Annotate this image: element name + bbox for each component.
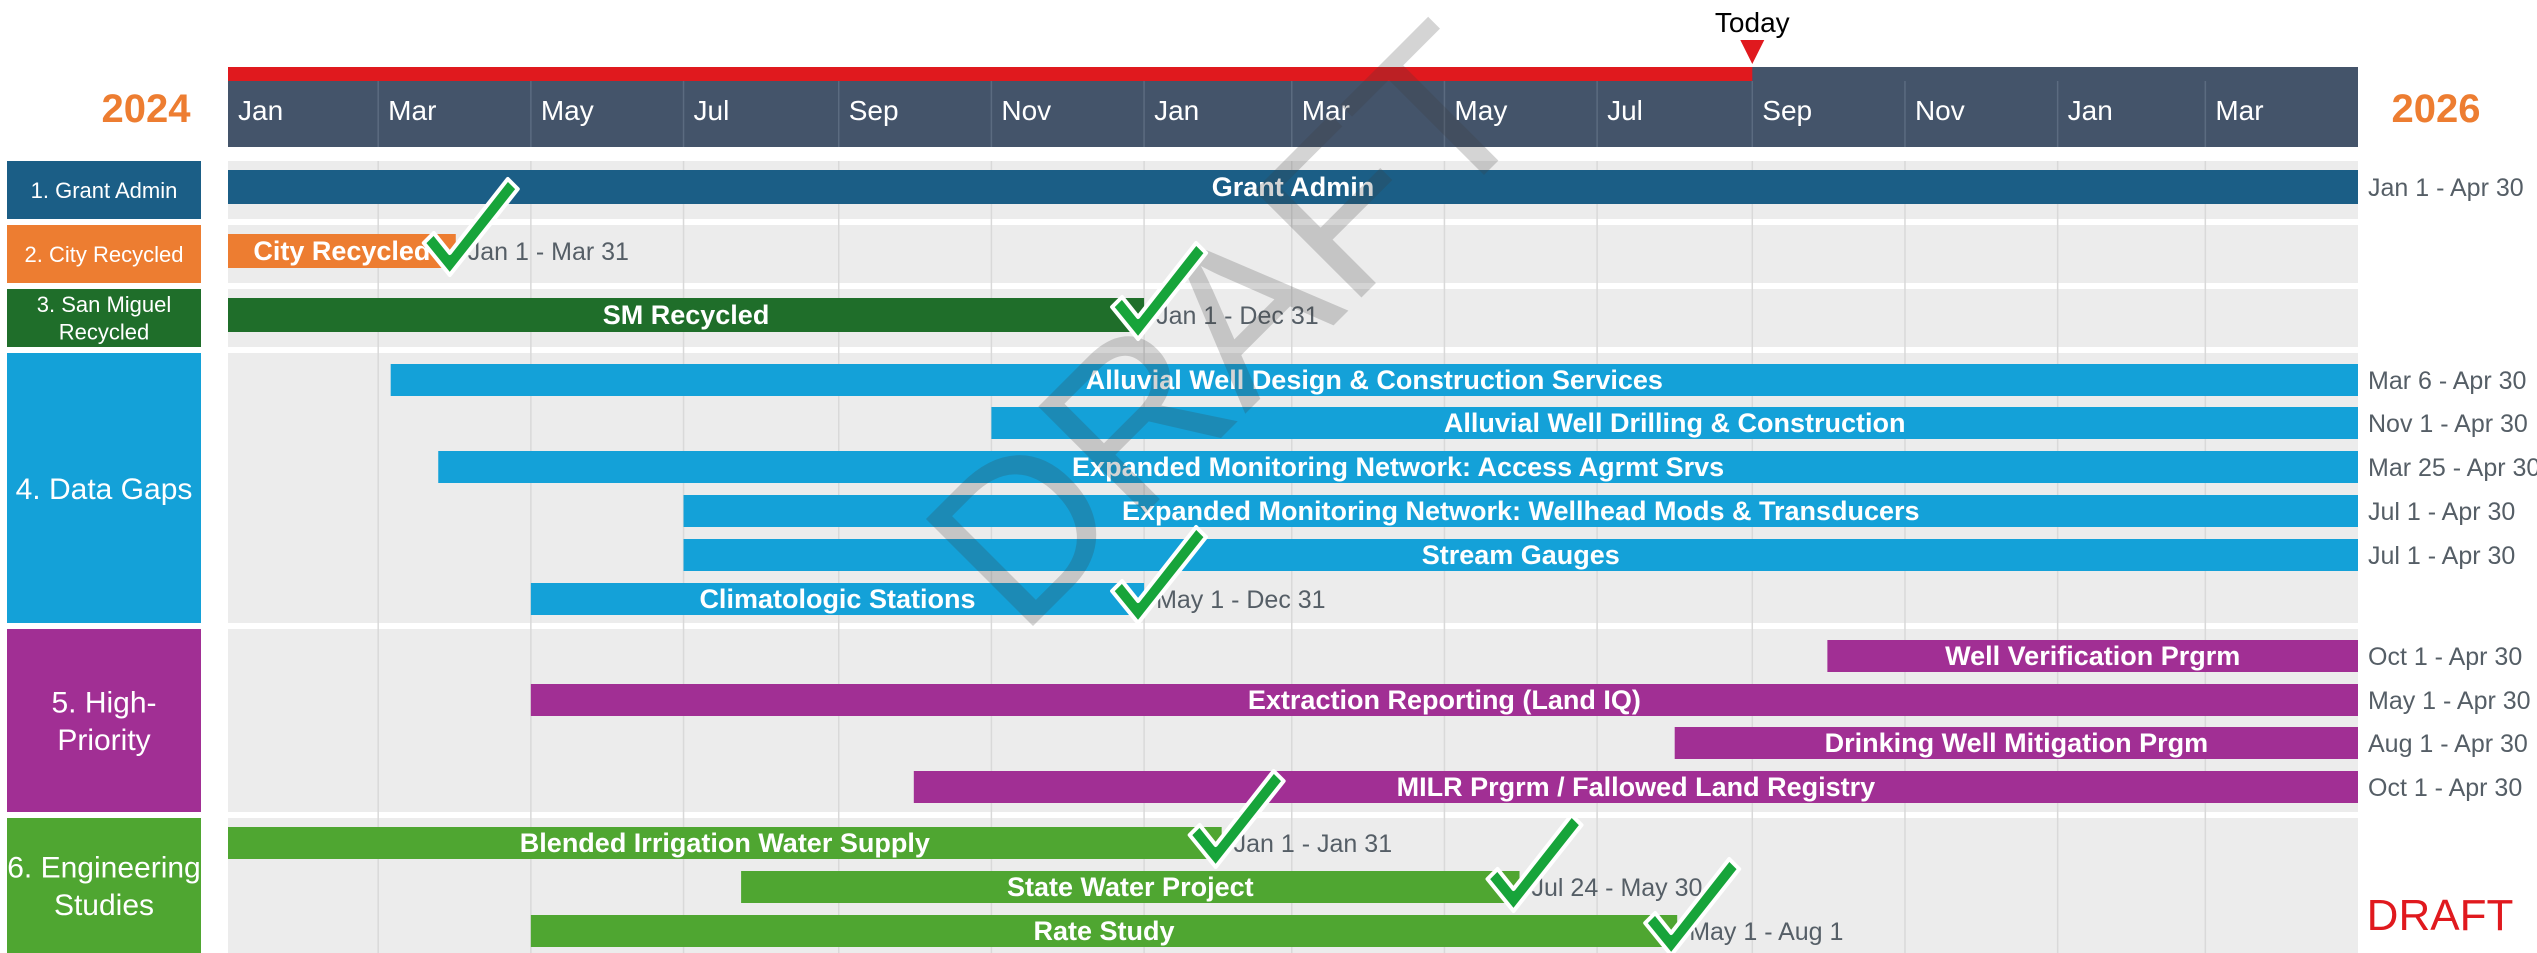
- task-date-range: Aug 1 - Apr 30: [2368, 730, 2528, 758]
- task-label: Well Verification Prgrm: [1945, 641, 2240, 671]
- today-marker-icon: [1740, 40, 1765, 64]
- task-label: Rate Study: [1034, 916, 1175, 946]
- group-label-line: 6. Engineering: [7, 852, 200, 885]
- month-label: Jan: [2068, 95, 2113, 126]
- task-label: State Water Project: [1007, 872, 1254, 902]
- group-label-line: 5. High-: [51, 687, 156, 720]
- task-date-range: Jan 1 - Mar 31: [468, 238, 629, 266]
- task-label: Stream Gauges: [1422, 540, 1620, 570]
- task-date-range: May 1 - Apr 30: [2368, 687, 2531, 715]
- task-label: Extraction Reporting (Land IQ): [1248, 685, 1641, 715]
- month-label: Sep: [1762, 95, 1812, 126]
- month-label: May: [541, 95, 594, 126]
- group-label-line: 1. Grant Admin: [31, 178, 178, 203]
- task-date-range: Mar 6 - Apr 30: [2368, 367, 2526, 395]
- month-label: Jan: [1154, 95, 1199, 126]
- task-date-range: Jan 1 - Apr 30: [2368, 174, 2524, 202]
- task-label: MILR Prgrm / Fallowed Land Registry: [1397, 772, 1876, 802]
- gantt-chart: Jan Mar May Jul Sep Nov Jan Mar May Jul Sep Nov Jan M…: [7, 0, 2537, 953]
- task-label: SM Recycled: [603, 300, 770, 330]
- task-date-range: Oct 1 - Apr 30: [2368, 643, 2522, 671]
- group-label-line: 3. San Miguel: [37, 292, 172, 317]
- task-label: City Recycled: [253, 236, 430, 266]
- group-label: 2. City Recycled: [25, 242, 184, 267]
- month-label: Mar: [2215, 95, 2263, 126]
- task-label: Alluvial Well Drilling & Construction: [1444, 408, 1906, 438]
- draft-label: DRAFT: [2367, 891, 2514, 940]
- task-date-range: Jul 1 - Apr 30: [2368, 498, 2515, 526]
- group-label-line: 4. Data Gaps: [16, 473, 193, 506]
- start-year-label: 2024: [102, 87, 192, 131]
- task-date-range: Jul 1 - Apr 30: [2368, 542, 2515, 570]
- task-label: Blended Irrigation Water Supply: [520, 828, 930, 858]
- group-label-line: 2. City Recycled: [25, 242, 184, 267]
- group-label-box: [7, 629, 201, 812]
- month-label: Nov: [1915, 95, 1965, 126]
- task-date-range: Jul 24 - May 30: [1532, 874, 1703, 902]
- task-label: Drinking Well Mitigation Prgm: [1825, 728, 2209, 758]
- today-progress-bar: [228, 67, 1753, 81]
- today-label: Today: [1715, 7, 1790, 38]
- group-label-line: Recycled: [59, 320, 149, 345]
- task-date-range: Mar 25 - Apr 30: [2368, 454, 2537, 482]
- group-label: 1. Grant Admin: [31, 178, 178, 203]
- task-label: Expanded Monitoring Network: Wellhead Mo…: [1122, 496, 1920, 526]
- task-date-range: Jan 1 - Jan 31: [1234, 830, 1392, 858]
- task-label: Climatologic Stations: [699, 584, 975, 614]
- group-label: 4. Data Gaps: [16, 473, 193, 506]
- group-labels: 1. Grant Admin 2. City Recycled 3. San Mig…: [7, 161, 201, 953]
- group-label-line: Priority: [57, 724, 150, 757]
- task-date-range: Oct 1 - Apr 30: [2368, 774, 2522, 802]
- end-year-label: 2026: [2392, 87, 2481, 131]
- month-label: Nov: [1001, 95, 1051, 126]
- month-label: Jul: [694, 95, 730, 126]
- task-date-range: May 1 - Aug 1: [1689, 918, 1843, 946]
- month-label: Jan: [238, 95, 283, 126]
- group-label-line: Studies: [54, 889, 154, 922]
- task-date-range: Nov 1 - Apr 30: [2368, 410, 2528, 438]
- month-label: Mar: [388, 95, 436, 126]
- month-label: Sep: [849, 95, 899, 126]
- group-label-box: [7, 818, 201, 953]
- task-date-range: May 1 - Dec 31: [1156, 586, 1326, 614]
- month-label: Jul: [1607, 95, 1643, 126]
